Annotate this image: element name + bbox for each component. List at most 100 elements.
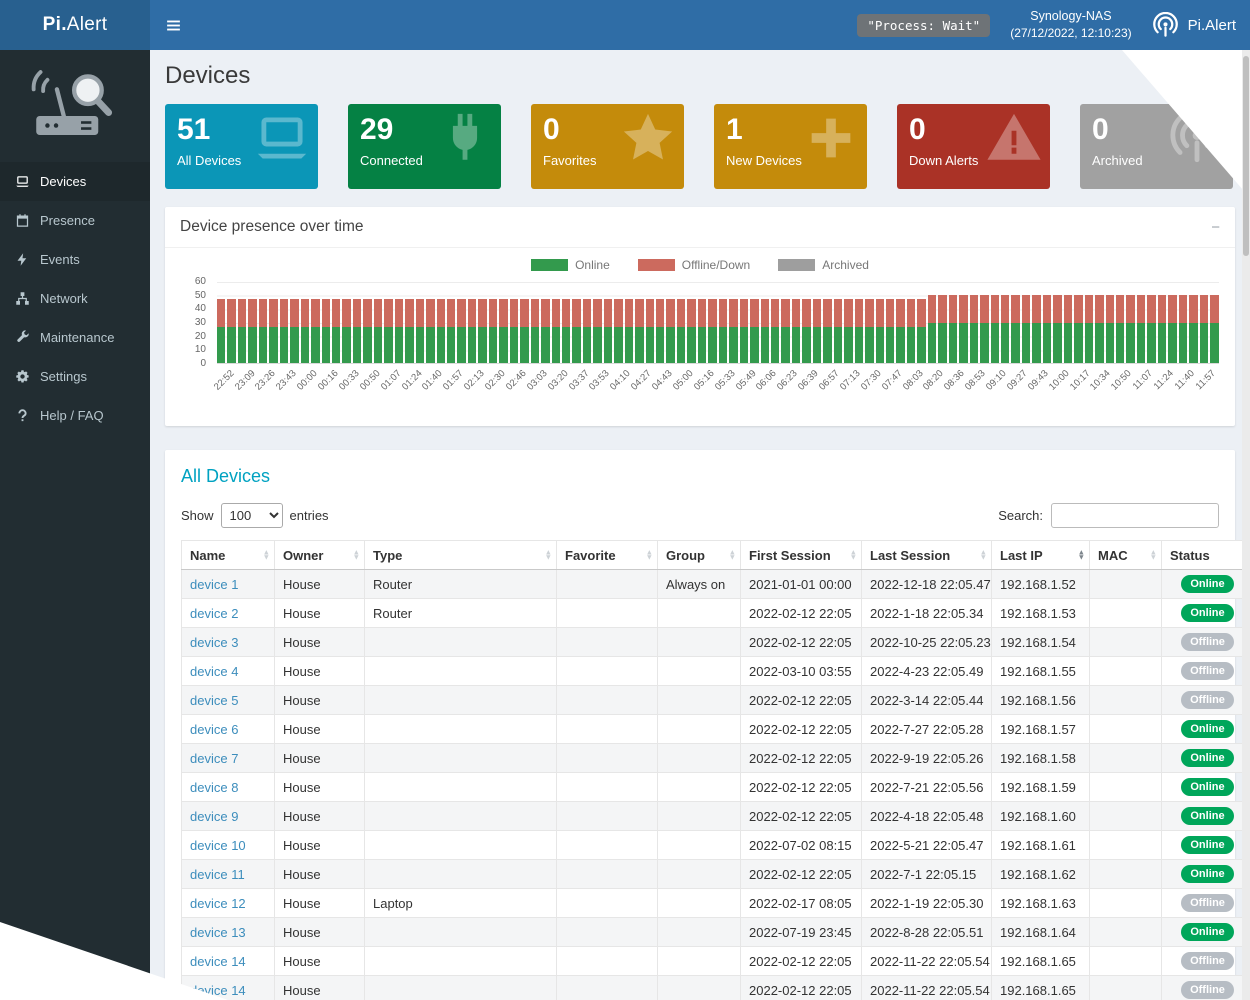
- legend-item-online[interactable]: Online: [531, 258, 610, 272]
- type-cell: [365, 860, 557, 889]
- device-link[interactable]: device 9: [190, 809, 238, 824]
- mac-cell: [1090, 686, 1162, 715]
- summary-box-new-devices[interactable]: 1New Devices: [714, 104, 867, 189]
- sort-icon: ▲▼: [263, 550, 270, 559]
- sidebar-item-maintenance[interactable]: Maintenance: [0, 318, 150, 357]
- device-link[interactable]: device 1: [190, 577, 238, 592]
- y-axis-tick: 60: [195, 277, 206, 287]
- mac-cell: [1090, 831, 1162, 860]
- presence-bar: [1011, 295, 1019, 363]
- column-header-mac[interactable]: MAC▲▼: [1090, 541, 1162, 570]
- presence-bar: [813, 299, 821, 363]
- column-header-first-session[interactable]: First Session▲▼: [741, 541, 862, 570]
- pialert-logo-graphic: [0, 50, 150, 162]
- sidebar-item-settings[interactable]: Settings: [0, 357, 150, 396]
- first-session-cell: 2022-02-12 22:05: [741, 744, 862, 773]
- device-link[interactable]: device 5: [190, 693, 238, 708]
- presence-bar: [917, 299, 925, 363]
- summary-box-archived[interactable]: 0Archived: [1080, 104, 1233, 189]
- presence-bar: [280, 299, 288, 363]
- sidebar-item-network[interactable]: Network: [0, 279, 150, 318]
- last-ip-cell: 192.168.1.56: [992, 686, 1090, 715]
- sidebar-item-presence[interactable]: Presence: [0, 201, 150, 240]
- favorite-cell: [557, 860, 658, 889]
- legend-item-offline-down[interactable]: Offline/Down: [638, 258, 750, 272]
- presence-bar: [1137, 295, 1145, 363]
- last-session-cell: 2022-11-22 22:05.54: [862, 947, 992, 976]
- scrollbar-thumb[interactable]: [1243, 56, 1249, 256]
- presence-bar: [1189, 295, 1197, 363]
- first-session-cell: 2022-02-12 22:05: [741, 715, 862, 744]
- column-header-favorite[interactable]: Favorite▲▼: [557, 541, 658, 570]
- chart-panel-header: Device presence over time −: [165, 207, 1235, 248]
- device-link[interactable]: device 14: [190, 954, 246, 969]
- device-name-cell: device 11: [182, 860, 275, 889]
- favorite-cell: [557, 831, 658, 860]
- table-row: device 9House2022-02-12 22:052022-4-18 2…: [182, 802, 1250, 831]
- device-name-cell: device 7: [182, 744, 275, 773]
- favorite-cell: [557, 947, 658, 976]
- x-axis-tick: 10:00: [1052, 368, 1073, 414]
- app-logo[interactable]: Pi.Alert: [0, 0, 150, 50]
- device-link[interactable]: device 10: [190, 838, 246, 853]
- presence-bar: [907, 299, 915, 363]
- favorite-cell: [557, 657, 658, 686]
- first-session-cell: 2022-02-17 08:05: [741, 889, 862, 918]
- legend-item-archived[interactable]: Archived: [778, 258, 869, 272]
- column-header-label: First Session: [749, 548, 831, 563]
- status-badge: Offline: [1181, 894, 1234, 912]
- sidebar-item-label: Help / FAQ: [40, 408, 104, 423]
- search-input[interactable]: [1051, 503, 1219, 528]
- column-header-status[interactable]: Status▲▼: [1162, 541, 1250, 570]
- group-cell: [658, 686, 741, 715]
- column-header-type[interactable]: Type▲▼: [365, 541, 557, 570]
- presence-bar: [248, 299, 256, 363]
- sidebar-item-help-faq[interactable]: Help / FAQ: [0, 396, 150, 435]
- type-cell: [365, 918, 557, 947]
- column-header-name[interactable]: Name▲▼: [182, 541, 275, 570]
- collapse-icon[interactable]: −: [1211, 220, 1220, 235]
- sidebar-item-devices[interactable]: Devices: [0, 162, 150, 201]
- summary-box-favorites[interactable]: 0Favorites: [531, 104, 684, 189]
- presence-bar: [227, 299, 235, 363]
- device-link[interactable]: device 7: [190, 751, 238, 766]
- column-header-last-ip[interactable]: Last IP▲▼: [992, 541, 1090, 570]
- device-link[interactable]: device 11: [190, 867, 245, 882]
- vertical-scrollbar[interactable]: [1242, 50, 1250, 1000]
- table-row: device 14House2022-02-12 22:052022-11-22…: [182, 947, 1250, 976]
- sidebar-toggle-button[interactable]: [150, 0, 196, 50]
- summary-box-connected[interactable]: 29Connected: [348, 104, 501, 189]
- presence-chart-panel: Device presence over time − Online Offlin…: [165, 207, 1235, 426]
- presence-bar: [562, 299, 570, 363]
- column-header-owner[interactable]: Owner▲▼: [275, 541, 365, 570]
- device-link[interactable]: device 14: [190, 983, 246, 998]
- summary-box-down-alerts[interactable]: 0Down Alerts: [897, 104, 1050, 189]
- group-cell: [658, 628, 741, 657]
- device-link[interactable]: device 8: [190, 780, 238, 795]
- presence-bar: [771, 299, 779, 363]
- device-name-cell: device 3: [182, 628, 275, 657]
- device-link[interactable]: device 4: [190, 664, 238, 679]
- page-length-select[interactable]: 100: [221, 503, 283, 528]
- device-link[interactable]: device 2: [190, 606, 238, 621]
- device-link[interactable]: device 12: [190, 896, 246, 911]
- y-axis-tick: 10: [195, 345, 206, 355]
- device-link[interactable]: device 13: [190, 925, 246, 940]
- status-cell: Offline: [1162, 657, 1250, 686]
- presence-bar: [437, 299, 445, 363]
- device-link[interactable]: device 6: [190, 722, 238, 737]
- sidebar-item-events[interactable]: Events: [0, 240, 150, 279]
- summary-box-all-devices[interactable]: 51All Devices: [165, 104, 318, 189]
- type-cell: [365, 628, 557, 657]
- column-header-group[interactable]: Group▲▼: [658, 541, 741, 570]
- presence-bar: [1106, 295, 1114, 363]
- presence-bar: [886, 299, 894, 363]
- x-axis-tick: 04:10: [614, 368, 635, 414]
- last-ip-cell: 192.168.1.53: [992, 599, 1090, 628]
- device-link[interactable]: device 3: [190, 635, 238, 650]
- presence-bar: [217, 299, 225, 363]
- brand-link[interactable]: Pi.Alert: [1152, 12, 1236, 39]
- type-cell: [365, 686, 557, 715]
- column-header-last-session[interactable]: Last Session▲▼: [862, 541, 992, 570]
- x-axis-tick: 02:30: [488, 368, 509, 414]
